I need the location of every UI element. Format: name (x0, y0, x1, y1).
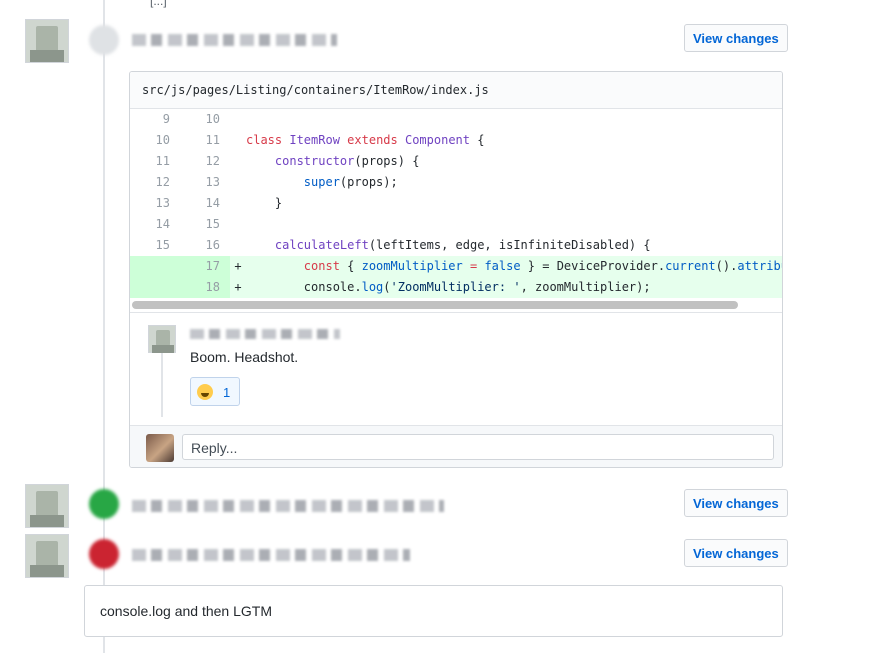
new-line-number[interactable]: 17 (180, 256, 230, 277)
code-class-name: ItemRow (289, 133, 340, 147)
code-operator: = (462, 259, 485, 273)
diff-sign (230, 235, 246, 256)
new-line-number[interactable]: 14 (180, 193, 230, 214)
code-line: calculateLeft(leftItems, edge, isInfinit… (246, 235, 651, 256)
code-constant: false (484, 259, 521, 273)
diff-sign (230, 109, 246, 130)
diff-line[interactable]: 9 10 (130, 109, 782, 130)
request-changes-icon (89, 539, 119, 569)
reaction-button[interactable]: 1 (190, 377, 240, 406)
code-function: constructor (274, 154, 355, 168)
diff-line[interactable]: 14 15 (130, 214, 782, 235)
code-line: constructor(props) { (246, 151, 420, 172)
code-function: log (361, 280, 384, 294)
code-variable: zoomMultiplier (361, 259, 463, 273)
code-line: } (246, 196, 283, 210)
reply-input[interactable]: Reply... (182, 434, 774, 460)
comment-avatar[interactable] (148, 325, 176, 353)
horizontal-scrollbar[interactable] (132, 301, 738, 309)
view-changes-button[interactable]: View changes (684, 489, 788, 517)
code-text: (props) { (354, 154, 420, 168)
code-text: ( (383, 280, 391, 294)
diff-line[interactable]: 10 11 class ItemRow extends Component { (130, 130, 782, 151)
check-icon (89, 489, 119, 519)
code-text: (leftItems, edge, isInfiniteDisabled) { (368, 238, 651, 252)
reply-avatar (146, 434, 174, 462)
code-text: { (339, 259, 362, 273)
code-text: , zoomMultiplier); (520, 280, 651, 294)
code-method: current (665, 259, 716, 273)
avatar[interactable] (25, 19, 69, 63)
code-line: console.log('ZoomMultiplier: ', zoomMult… (246, 277, 651, 298)
new-line-number[interactable]: 12 (180, 151, 230, 172)
event-author-text (132, 549, 410, 561)
code-text: console. (303, 280, 362, 294)
code-line: class ItemRow extends Component { (246, 130, 484, 151)
comment-body: Boom. Headshot. (190, 349, 299, 365)
new-line-number[interactable]: 11 (180, 130, 230, 151)
old-line-number[interactable]: 15 (130, 235, 180, 256)
inline-comment: Boom. Headshot. 1 (130, 312, 782, 426)
diff-lines: 9 10 10 11 class ItemRow extends Component… (130, 109, 782, 298)
code-string: 'ZoomMultiplier: ' (390, 280, 521, 294)
event-author-text (132, 500, 444, 512)
diff-sign (230, 151, 246, 172)
diff-line[interactable]: 12 13 super(props); (130, 172, 782, 193)
new-line-number[interactable]: 15 (180, 214, 230, 235)
old-line-number[interactable]: 12 (130, 172, 180, 193)
new-line-number[interactable]: 10 (180, 109, 230, 130)
old-line-number[interactable] (130, 256, 180, 277)
diff-sign (230, 172, 246, 193)
diff-line[interactable]: 15 16 calculateLeft(leftItems, edge, isIn… (130, 235, 782, 256)
diff-sign (230, 193, 246, 214)
view-changes-button[interactable]: View changes (684, 539, 788, 567)
event-author-text (132, 34, 337, 46)
code-line: const { zoomMultiplier = false } = Devic… (246, 256, 782, 277)
old-line-number[interactable] (130, 277, 180, 298)
reply-bar: Reply... (130, 425, 782, 467)
diff-sign (230, 214, 246, 235)
code-keyword: const (303, 259, 340, 273)
diff-line[interactable]: 13 14 } (130, 193, 782, 214)
old-line-number[interactable]: 10 (130, 130, 180, 151)
diff-sign: + (234, 280, 242, 294)
comment-author (190, 329, 340, 339)
code-line: super(props); (246, 172, 398, 193)
diff-line-added[interactable]: 18 + console.log('ZoomMultiplier: ', zoom… (130, 277, 782, 298)
diff-sign (230, 130, 246, 151)
view-changes-button[interactable]: View changes (684, 24, 788, 52)
code-text: } = DeviceProvider. (520, 259, 666, 273)
reaction-count: 1 (223, 385, 231, 400)
diff-line[interactable]: 11 12 constructor(props) { (130, 151, 782, 172)
code-base-class: Component (404, 133, 471, 147)
code-text: { (470, 133, 485, 147)
code-function: super (303, 175, 340, 189)
avatar[interactable] (25, 534, 69, 578)
code-method: attributes (737, 259, 782, 273)
old-line-number[interactable]: 11 (130, 151, 180, 172)
file-path[interactable]: src/js/pages/Listing/containers/ItemRow/… (130, 72, 782, 109)
smile-emoji-icon (197, 384, 213, 400)
commented-icon (89, 25, 119, 55)
new-line-number[interactable]: 16 (180, 235, 230, 256)
old-line-number[interactable]: 13 (130, 193, 180, 214)
comment-thread-line (161, 353, 163, 417)
old-line-number[interactable]: 14 (130, 214, 180, 235)
top-fragment: [...] (150, 0, 167, 8)
code-text: (props); (339, 175, 398, 189)
review-thread: src/js/pages/Listing/containers/ItemRow/… (129, 71, 783, 468)
diff-line-added[interactable]: 17 + const { zoomMultiplier = false } = D… (130, 256, 782, 277)
avatar[interactable] (25, 484, 69, 528)
review-comment: console.log and then LGTM (84, 585, 783, 637)
diff-sign: + (234, 259, 242, 273)
code-text: (). (715, 259, 738, 273)
code-keyword: extends (347, 133, 398, 147)
new-line-number[interactable]: 18 (180, 277, 230, 298)
old-line-number[interactable]: 9 (130, 109, 180, 130)
new-line-number[interactable]: 13 (180, 172, 230, 193)
code-keyword: class (246, 133, 283, 147)
code-function: calculateLeft (274, 238, 369, 252)
